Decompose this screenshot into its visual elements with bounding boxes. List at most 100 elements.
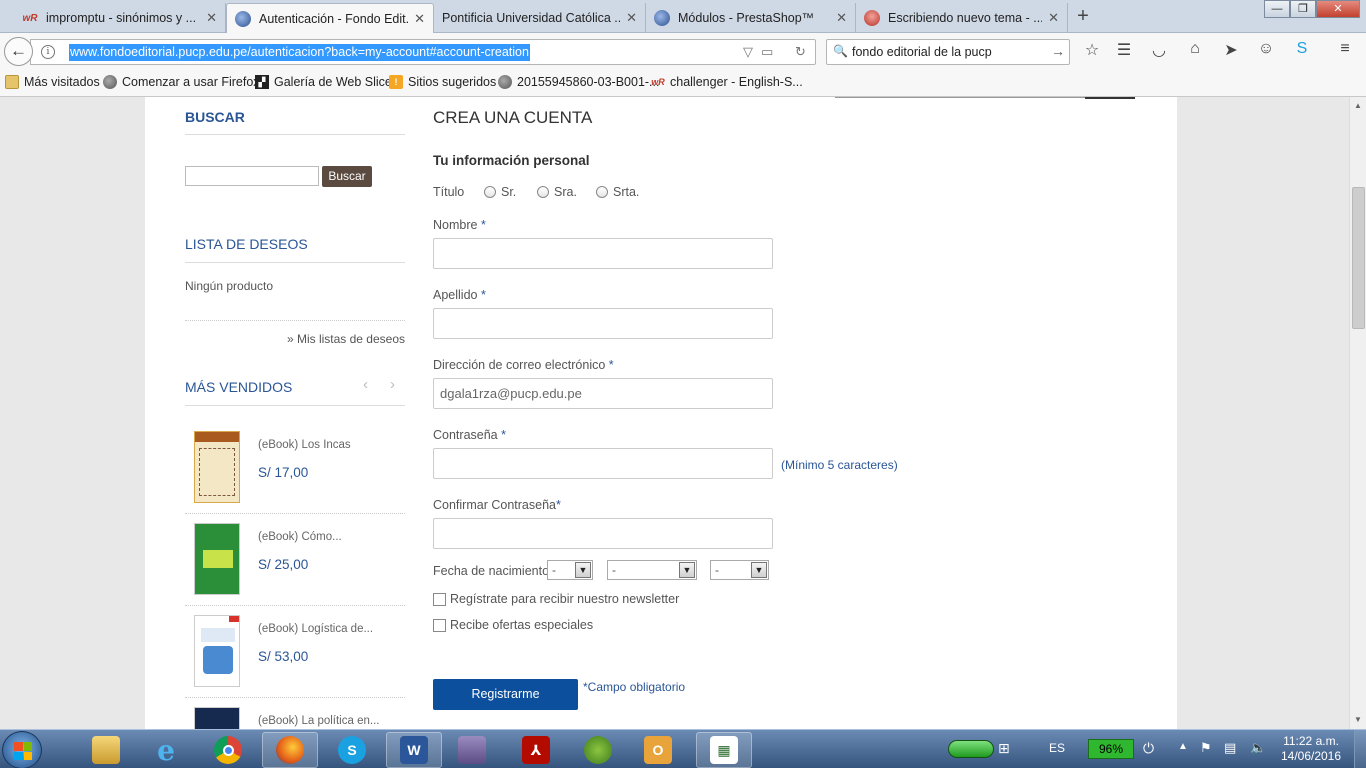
firefox-taskbar-button[interactable]	[262, 732, 318, 768]
reload-icon[interactable]: ↻	[795, 44, 806, 60]
back-button[interactable]: ←	[4, 37, 33, 66]
skype-icon[interactable]: S	[1291, 40, 1313, 58]
network-graph-icon[interactable]: ⊞	[998, 740, 1010, 757]
chevron-down-icon[interactable]: ▼	[575, 562, 591, 578]
network-icon[interactable]: ▤	[1224, 740, 1236, 756]
bookmark-mas-visitados[interactable]: Más visitados	[5, 75, 100, 89]
flag-icon[interactable]: ⚑	[1200, 740, 1212, 756]
maximize-icon[interactable]: ❐	[1290, 0, 1316, 18]
wishlist-title[interactable]: LISTA DE DESEOS	[185, 236, 308, 252]
power-plug-icon[interactable]: ⏻	[1143, 740, 1154, 757]
chrome-taskbar-button[interactable]	[200, 732, 256, 768]
new-tab-button[interactable]: +	[1072, 6, 1094, 28]
vertical-scrollbar[interactable]: ▲ ▼	[1349, 97, 1366, 729]
chart-app-taskbar-button[interactable]: ▦	[696, 732, 752, 768]
archive-taskbar-button[interactable]	[444, 732, 500, 768]
product-item[interactable]: (eBook) La política en...	[194, 707, 404, 729]
checkbox[interactable]	[433, 618, 446, 632]
header-search-field[interactable]	[835, 97, 1085, 98]
radio-button[interactable]	[484, 186, 496, 198]
product-item[interactable]: (eBook) Logística de... S/ 53,00	[194, 615, 404, 701]
language-indicator[interactable]: ES	[1049, 741, 1065, 755]
title-radio-sra[interactable]: Sra.	[537, 185, 577, 199]
product-item[interactable]: (eBook) Los Incas S/ 17,00	[194, 431, 404, 517]
info-icon[interactable]: i	[41, 45, 55, 59]
title-radio-sr[interactable]: Sr.	[484, 185, 516, 199]
pocket-icon[interactable]: ◡	[1148, 40, 1170, 60]
radio-button[interactable]	[596, 186, 608, 198]
scroll-up-icon[interactable]: ▲	[1353, 101, 1363, 111]
tray-status-icon[interactable]	[948, 740, 994, 758]
scroll-down-icon[interactable]: ▼	[1353, 715, 1363, 725]
bookmark-comenzar-firefox[interactable]: Comenzar a usar Firefox	[103, 75, 260, 89]
birthdate-month-select[interactable]: - ▼	[607, 560, 697, 580]
tab-pontificia[interactable]: Pontificia Universidad Católica ... ✕	[434, 3, 646, 33]
search-bar[interactable]: 🔍 fondo editorial de la pucp →	[826, 39, 1070, 65]
sidebar-search-input[interactable]	[185, 166, 319, 186]
close-tab-icon[interactable]: ✕	[1048, 10, 1059, 26]
skype-taskbar-button[interactable]: S	[324, 732, 380, 768]
last-name-input[interactable]	[433, 308, 773, 339]
my-wishlists-link[interactable]: » Mis listas de deseos	[287, 332, 405, 346]
send-icon[interactable]: ➤	[1220, 40, 1242, 60]
start-button[interactable]	[2, 731, 42, 768]
register-button[interactable]: Registrarme	[433, 679, 578, 710]
tab-escribiendo[interactable]: Escribiendo nuevo tema - ... ✕	[856, 3, 1068, 33]
search-query[interactable]: fondo editorial de la pucp	[852, 45, 992, 59]
dropdown-arrow-icon[interactable]: ▽	[743, 44, 753, 60]
bookmark-web-slice[interactable]: ▞ Galería de Web Slice	[255, 75, 392, 89]
email-input[interactable]: dgala1rza@pucp.edu.pe	[433, 378, 773, 409]
reader-view-icon[interactable]: ▭	[761, 44, 773, 60]
book-cover-como[interactable]	[194, 523, 240, 595]
newsletter-checkbox[interactable]: Regístrate para recibir nuestro newslett…	[433, 592, 679, 606]
title-radio-srta[interactable]: Srta.	[596, 185, 639, 199]
internet-explorer-taskbar-button[interactable]: e	[138, 732, 194, 768]
minimize-icon[interactable]: —	[1264, 0, 1290, 18]
carousel-next-icon[interactable]: ›	[390, 376, 395, 393]
url-text[interactable]: www.fondoeditorial.pucp.edu.pe/autentica…	[69, 44, 530, 61]
home-icon[interactable]: ⌂	[1184, 40, 1206, 58]
confirm-password-input[interactable]	[433, 518, 773, 549]
carousel-prev-icon[interactable]: ‹	[363, 376, 368, 393]
search-go-icon[interactable]: →	[1051, 43, 1065, 59]
close-tab-icon[interactable]: ✕	[836, 10, 847, 26]
show-desktop-button[interactable]	[1354, 730, 1366, 768]
bestsellers-title[interactable]: MÁS VENDIDOS	[185, 379, 292, 395]
checkbox[interactable]	[433, 592, 446, 606]
first-name-input[interactable]	[433, 238, 773, 269]
radio-button[interactable]	[537, 186, 549, 198]
address-bar[interactable]: i www.fondoeditorial.pucp.edu.pe/autenti…	[30, 39, 816, 65]
outlook-taskbar-button[interactable]: O	[630, 732, 686, 768]
tray-expand-icon[interactable]: ▲	[1178, 741, 1188, 752]
tab-modulos[interactable]: Módulos - PrestaShop™ ✕	[646, 3, 856, 33]
tab-impromptu[interactable]: wR impromptu - sinónimos y ... ✕	[14, 3, 226, 33]
pdf-reader-taskbar-button[interactable]: ⅄	[508, 732, 564, 768]
chat-icon[interactable]: ☺	[1255, 40, 1277, 58]
bookmark-star-icon[interactable]: ☆	[1081, 40, 1103, 60]
product-item[interactable]: (eBook) Cómo... S/ 25,00	[194, 523, 404, 609]
close-tab-icon[interactable]: ✕	[206, 10, 217, 26]
file-explorer-taskbar-button[interactable]	[78, 732, 134, 768]
chevron-down-icon[interactable]: ▼	[751, 562, 767, 578]
close-tab-icon[interactable]: ✕	[414, 11, 425, 27]
birthdate-year-select[interactable]: - ▼	[710, 560, 769, 580]
tab-autenticacion[interactable]: Autenticación - Fondo Edit... ✕	[226, 3, 434, 34]
frog-app-taskbar-button[interactable]	[570, 732, 626, 768]
word-taskbar-button[interactable]: W	[386, 732, 442, 768]
special-offers-checkbox[interactable]: Recibe ofertas especiales	[433, 618, 593, 632]
book-cover-politica[interactable]	[194, 707, 240, 729]
close-window-icon[interactable]: ✕	[1316, 0, 1360, 18]
bookmarks-list-icon[interactable]: ☰	[1113, 40, 1135, 60]
chevron-down-icon[interactable]: ▼	[679, 562, 695, 578]
bookmark-challenger[interactable]: wR challenger - English-S...	[651, 75, 802, 89]
close-tab-icon[interactable]: ✕	[626, 10, 637, 26]
book-cover-incas[interactable]	[194, 431, 240, 503]
bookmark-sitios-sugeridos[interactable]: ! Sitios sugeridos	[389, 75, 496, 89]
bookmark-document[interactable]: 20155945860-03-B001-...	[498, 75, 659, 89]
clock[interactable]: 11:22 a.m. 14/06/2016	[1276, 734, 1346, 764]
volume-icon[interactable]: 🔈	[1250, 740, 1266, 756]
book-cover-logistica[interactable]	[194, 615, 240, 687]
menu-icon[interactable]: ≡	[1334, 40, 1356, 58]
header-search-button[interactable]	[1085, 97, 1135, 99]
scroll-thumb[interactable]	[1352, 187, 1365, 329]
